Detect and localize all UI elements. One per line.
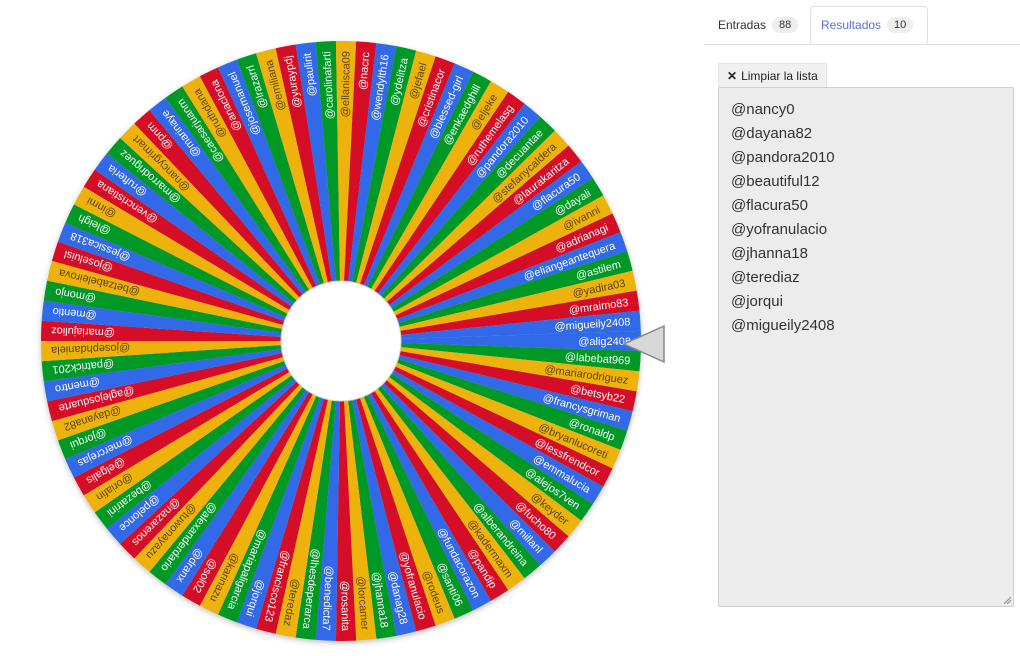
tab-results[interactable]: Resultados 10	[810, 6, 928, 44]
wheel-area[interactable]: @alig2408 @labebat969 @mariarodriguez @bets…	[0, 0, 700, 656]
result-item: @nancy0	[731, 101, 795, 118]
tab-results-count-badge: 10	[887, 17, 914, 33]
result-item: @dayana82	[731, 125, 813, 142]
tab-results-label: Resultados	[821, 18, 882, 32]
tab-entries[interactable]: Entradas 88	[708, 6, 802, 43]
wheel-entry-label: @alig2408	[578, 336, 631, 348]
resize-grip-icon[interactable]	[1003, 596, 1011, 604]
results-textarea[interactable]: @nancy0 @dayana82 @pandora2010 @beautiful12…	[718, 87, 1014, 607]
result-item: @migueily2408	[731, 317, 835, 334]
close-icon: ✕	[727, 68, 738, 83]
result-item: @jorqui	[731, 293, 783, 310]
tab-entries-count-badge: 88	[772, 16, 799, 33]
result-item: @pandora2010	[731, 149, 835, 166]
result-item: @beautiful12	[731, 173, 820, 190]
results-list: @nancy0 @dayana82 @pandora2010 @beautiful12…	[731, 98, 1001, 338]
wheel-entry-label: @rosanita	[338, 581, 351, 632]
result-item: @yofranulacio	[731, 221, 828, 238]
result-item: @terediaz	[731, 269, 800, 286]
side-panel: Entradas 88 Resultados 10 ✕ Limpiar la l…	[704, 0, 1020, 656]
wheel-hub[interactable]	[280, 280, 402, 402]
wheel-entry-label: @ellanisca09	[340, 51, 353, 117]
tab-entries-label: Entradas	[718, 17, 767, 32]
tab-bar: Entradas 88 Resultados 10	[704, 6, 1020, 45]
result-item: @jhanna18	[731, 245, 808, 262]
wheel-entry-label: @mariajulioz	[51, 324, 115, 338]
clear-list-button[interactable]: ✕ Limpiar la lista	[718, 63, 827, 87]
clear-list-label: Limpiar la lista	[741, 68, 818, 83]
spin-wheel[interactable]: @alig2408@labebat969@mariarodriguez@bets…	[0, 0, 700, 656]
result-item: @flacura50	[731, 197, 808, 214]
